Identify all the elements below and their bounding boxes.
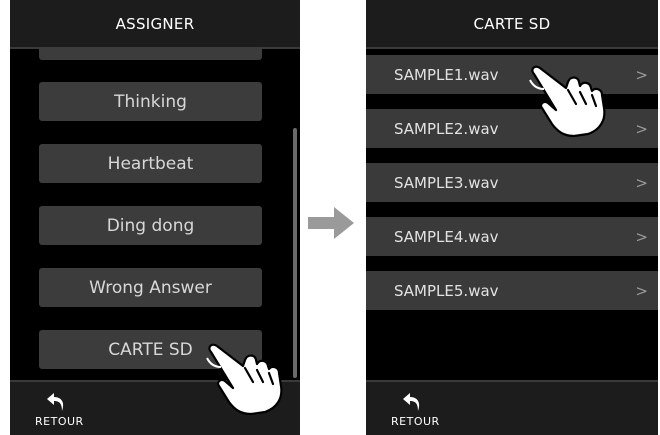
list-item-label: CARTE SD	[108, 339, 193, 360]
chevron-right-icon: >	[635, 227, 648, 246]
title-divider	[366, 47, 658, 49]
footer-bar: RETOUR	[366, 380, 658, 435]
file-row-sample4[interactable]: SAMPLE4.wav >	[366, 217, 658, 256]
chevron-right-icon: >	[635, 65, 648, 84]
file-name: SAMPLE5.wav	[394, 281, 499, 300]
file-name: SAMPLE2.wav	[394, 119, 499, 138]
tap-hand-icon	[206, 343, 283, 416]
right-arrow-icon	[308, 207, 354, 239]
file-name: SAMPLE3.wav	[394, 173, 499, 192]
chevron-right-icon: >	[635, 119, 648, 138]
back-arrow-icon	[403, 393, 420, 411]
file-name: SAMPLE1.wav	[394, 65, 499, 84]
title-bar: ASSIGNER	[10, 0, 300, 47]
list-item-label: Ding dong	[106, 215, 195, 236]
list-item-partial[interactable]	[39, 47, 262, 60]
back-arrow-icon	[47, 393, 64, 411]
list-item-ding-dong[interactable]: Ding dong	[39, 206, 262, 245]
list-item-wrong-answer[interactable]: Wrong Answer	[39, 268, 262, 307]
screen-title: ASSIGNER	[115, 14, 195, 33]
back-label: RETOUR	[35, 415, 84, 428]
list-item-thinking[interactable]: Thinking	[39, 82, 262, 121]
tap-hand-icon	[529, 65, 606, 138]
file-row-sample5[interactable]: SAMPLE5.wav >	[366, 271, 658, 310]
list-item-heartbeat[interactable]: Heartbeat	[39, 144, 262, 183]
file-row-sample3[interactable]: SAMPLE3.wav >	[366, 163, 658, 202]
back-label: RETOUR	[391, 415, 440, 428]
screen-title: CARTE SD	[473, 14, 551, 33]
list-item-label: Wrong Answer	[89, 277, 212, 298]
chevron-right-icon: >	[635, 281, 648, 300]
back-button[interactable]: RETOUR	[30, 389, 90, 429]
list-item-label: Heartbeat	[107, 153, 194, 174]
back-button[interactable]: RETOUR	[386, 389, 446, 429]
title-bar: CARTE SD	[366, 0, 658, 47]
list-item-label: Thinking	[114, 91, 187, 112]
file-name: SAMPLE4.wav	[394, 227, 499, 246]
chevron-right-icon: >	[635, 173, 648, 192]
